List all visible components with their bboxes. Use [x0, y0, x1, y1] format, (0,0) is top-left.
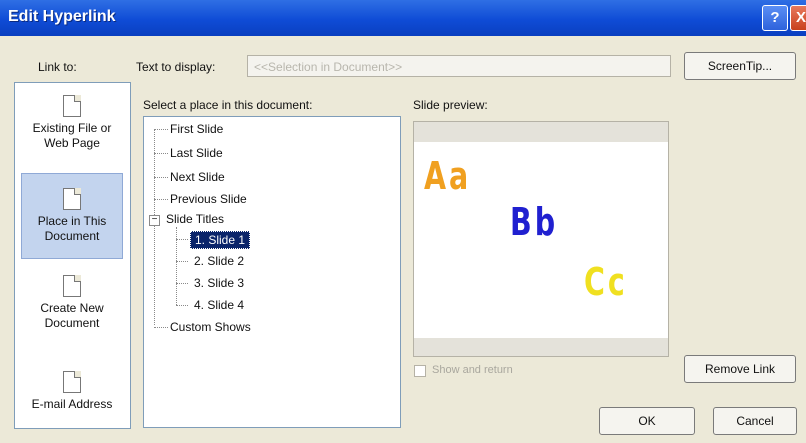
place-tree[interactable]: − First Slide Last Slide Next Slide Prev… [143, 116, 401, 428]
close-button[interactable]: X [790, 5, 806, 31]
link-email-address[interactable]: E-mail Address [21, 371, 123, 412]
link-create-new-label-1: Create New [40, 301, 104, 315]
ok-button[interactable]: OK [599, 407, 695, 435]
cancel-button[interactable]: Cancel [713, 407, 797, 435]
document-place-icon [63, 188, 81, 210]
link-create-new-document[interactable]: Create New Document [21, 275, 123, 331]
preview-glyph-cc: Cc [584, 260, 628, 304]
tree-item-last-slide[interactable]: Last Slide [170, 145, 223, 161]
tree-item-slide-3[interactable]: 3. Slide 3 [194, 275, 244, 291]
slide-preview-label: Slide preview: [413, 98, 488, 112]
link-place-label-2: Document [44, 229, 100, 243]
link-create-new-label-2: Document [44, 316, 100, 330]
tree-item-slide-4[interactable]: 4. Slide 4 [194, 297, 244, 313]
show-and-return-label: Show and return [432, 364, 513, 376]
collapse-toggle[interactable]: − [149, 215, 160, 226]
text-to-display-label: Text to display: [136, 60, 216, 74]
preview-glyph-bb: Bb [510, 200, 559, 244]
show-and-return-checkbox[interactable] [414, 365, 426, 377]
link-place-in-document[interactable]: Place in This Document [21, 173, 123, 259]
tree-item-first-slide[interactable]: First Slide [170, 121, 223, 137]
email-icon [63, 371, 81, 393]
tree-item-slide-titles[interactable]: Slide Titles [166, 211, 224, 227]
tree-item-custom-shows[interactable]: Custom Shows [170, 319, 251, 335]
link-to-bar: Existing File or Web Page Place in This … [14, 82, 131, 429]
link-existing-file[interactable]: Existing File or Web Page [21, 95, 123, 151]
screentip-button[interactable]: ScreenTip... [684, 52, 796, 80]
select-place-label: Select a place in this document: [143, 98, 313, 112]
tree-item-next-slide[interactable]: Next Slide [170, 169, 225, 185]
tree-item-slide-1[interactable]: 1. Slide 1 [190, 231, 251, 249]
help-button[interactable]: ? [762, 5, 788, 31]
tree-item-slide-2[interactable]: 2. Slide 2 [194, 253, 244, 269]
link-existing-file-label-1: Existing File or [32, 121, 112, 135]
link-place-label-1: Place in This [37, 214, 107, 228]
new-document-icon [63, 275, 81, 297]
preview-glyph-aa: Aa [424, 154, 472, 198]
link-existing-file-label-2: Web Page [44, 136, 100, 150]
tree-item-previous-slide[interactable]: Previous Slide [170, 191, 247, 207]
slide-thumbnail: Aa Bb Cc [414, 142, 668, 338]
link-email-label: E-mail Address [31, 397, 113, 411]
remove-link-button[interactable]: Remove Link [684, 355, 796, 383]
text-to-display-field[interactable]: <<Selection in Document>> [247, 55, 671, 77]
page-icon [63, 95, 81, 117]
link-to-label: Link to: [38, 60, 77, 74]
window-title: Edit Hyperlink [8, 8, 116, 25]
title-bar: Edit Hyperlink ? X [0, 0, 806, 36]
slide-preview: Aa Bb Cc [413, 121, 669, 357]
